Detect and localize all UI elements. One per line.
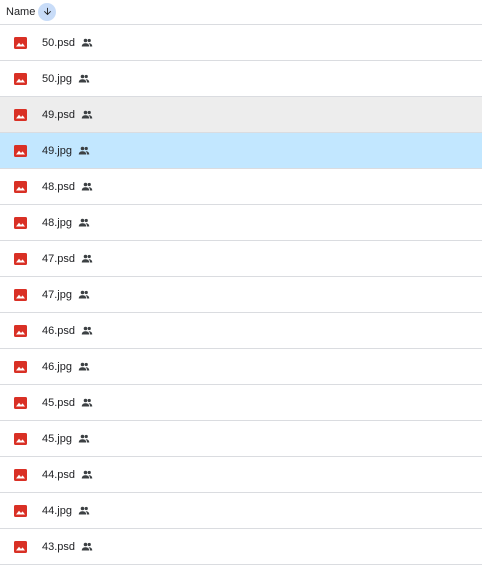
- file-name-label: 43.psd: [42, 540, 76, 553]
- image-file-icon: [14, 252, 27, 265]
- file-name-label: 48.jpg: [42, 216, 72, 229]
- file-name: 48.jpg: [42, 216, 90, 230]
- file-name-label: 46.jpg: [42, 360, 72, 373]
- people-icon: [81, 326, 93, 335]
- file-row[interactable]: 44.jpg: [0, 493, 482, 529]
- list-header: Name: [0, 0, 482, 25]
- file-name-label: 50.jpg: [42, 72, 72, 85]
- people-icon: [81, 254, 93, 263]
- file-row[interactable]: 43.psd: [0, 529, 482, 565]
- image-file-icon: [14, 144, 27, 157]
- people-icon: [78, 362, 90, 371]
- file-name: 43.psd: [42, 540, 93, 554]
- people-icon: [81, 110, 93, 119]
- image-file-icon: [14, 468, 27, 481]
- file-row[interactable]: 45.jpg: [0, 421, 482, 457]
- arrow-down-icon: [43, 7, 51, 16]
- people-icon: [78, 506, 90, 515]
- file-row[interactable]: 49.jpg: [0, 133, 482, 169]
- file-row[interactable]: 50.jpg: [0, 61, 482, 97]
- file-row[interactable]: 49.psd: [0, 97, 482, 133]
- file-name: 48.psd: [42, 180, 93, 194]
- image-file-icon: [14, 180, 27, 193]
- sort-direction-button[interactable]: [38, 2, 57, 21]
- file-name-label: 47.psd: [42, 252, 76, 265]
- image-file-icon: [14, 504, 27, 517]
- people-icon: [78, 434, 90, 443]
- image-file-icon: [14, 36, 27, 49]
- file-name: 47.psd: [42, 252, 93, 266]
- people-icon: [81, 470, 93, 479]
- people-icon: [78, 218, 90, 227]
- image-file-icon: [14, 288, 27, 301]
- file-name-label: 45.psd: [42, 396, 76, 409]
- file-row[interactable]: 50.psd: [0, 25, 482, 61]
- file-name: 50.psd: [42, 36, 93, 50]
- image-file-icon: [14, 108, 27, 121]
- file-name-label: 50.psd: [42, 36, 76, 49]
- file-name: 45.psd: [42, 396, 93, 410]
- people-icon: [81, 542, 93, 551]
- file-row[interactable]: 47.jpg: [0, 277, 482, 313]
- file-row[interactable]: 46.psd: [0, 313, 482, 349]
- file-name: 46.psd: [42, 324, 93, 338]
- file-name-label: 46.psd: [42, 324, 76, 337]
- file-row[interactable]: 47.psd: [0, 241, 482, 277]
- file-name-label: 44.psd: [42, 468, 76, 481]
- image-file-icon: [14, 360, 27, 373]
- image-file-icon: [14, 72, 27, 85]
- file-list: 50.psd 50.jpg 49.psd 49.jpg 48.psd 48.jpg 47.p…: [0, 25, 482, 565]
- people-icon: [78, 74, 90, 83]
- image-file-icon: [14, 432, 27, 445]
- file-name: 46.jpg: [42, 360, 90, 374]
- file-name: 45.jpg: [42, 432, 90, 446]
- file-row[interactable]: 44.psd: [0, 457, 482, 493]
- file-name: 47.jpg: [42, 288, 90, 302]
- file-name-label: 44.jpg: [42, 504, 72, 517]
- file-name-label: 48.psd: [42, 180, 76, 193]
- file-name-label: 45.jpg: [42, 432, 72, 445]
- file-name-label: 49.psd: [42, 108, 76, 121]
- file-name: 49.psd: [42, 108, 93, 122]
- name-column-header[interactable]: Name: [6, 5, 35, 19]
- people-icon: [78, 290, 90, 299]
- people-icon: [81, 38, 93, 47]
- file-name-label: 47.jpg: [42, 288, 72, 301]
- file-row[interactable]: 45.psd: [0, 385, 482, 421]
- image-file-icon: [14, 324, 27, 337]
- file-name: 44.jpg: [42, 504, 90, 518]
- file-row[interactable]: 48.psd: [0, 169, 482, 205]
- image-file-icon: [14, 216, 27, 229]
- file-row[interactable]: 48.jpg: [0, 205, 482, 241]
- people-icon: [81, 182, 93, 191]
- people-icon: [78, 146, 90, 155]
- image-file-icon: [14, 540, 27, 553]
- image-file-icon: [14, 396, 27, 409]
- file-row[interactable]: 46.jpg: [0, 349, 482, 385]
- file-name: 50.jpg: [42, 72, 90, 86]
- people-icon: [81, 398, 93, 407]
- file-name: 44.psd: [42, 468, 93, 482]
- file-name: 49.jpg: [42, 144, 90, 158]
- file-name-label: 49.jpg: [42, 144, 72, 157]
